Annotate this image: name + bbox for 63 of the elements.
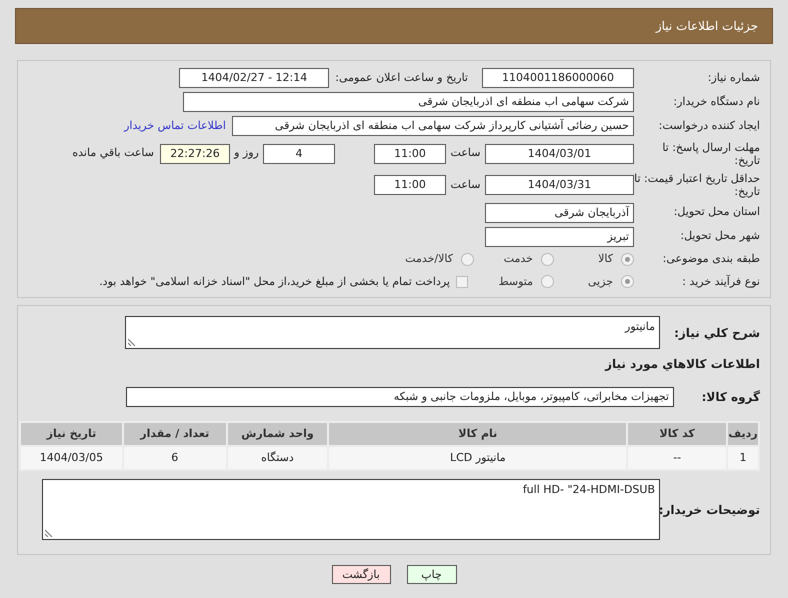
field-label: جزیی [588, 274, 613, 290]
input-field[interactable]: تبریز [485, 226, 634, 247]
field-label: کالا/خدمت [405, 251, 453, 268]
field-label: مهلت ارسال پاسخ: تا تاریخ: [661, 140, 760, 167]
back-button[interactable]: بازگشت [332, 565, 390, 584]
field-label: طبقه بندی موضوعی: [662, 251, 760, 268]
section-title: اطلاعات کالاهاي مورد نياز [605, 356, 760, 373]
column-header: کد کالا [627, 422, 728, 446]
field-label: شماره نیاز: [706, 70, 760, 86]
checkbox[interactable] [456, 276, 468, 288]
buyer-contact-link[interactable]: اطلاعات تماس خریدار [124, 118, 226, 134]
input-field[interactable]: 1404/02/27 - 12:14 [179, 68, 330, 88]
field-label: پرداخت تمام یا بخشی از مبلغ خرید،از محل "اسناد خزانه اسلامی" خواهد بود. [99, 274, 450, 290]
table-cell: -- [627, 446, 728, 470]
field-label: گروه کالا: [700, 389, 760, 406]
input-field[interactable]: حسین رضائی آشتیانی کارپرداز شرکت سهامی اب منطقه ای اذربایجان شرقی [232, 116, 634, 136]
column-header: تعداد / مقدار [122, 422, 227, 446]
field-label: ساعت باقي مانده [72, 145, 154, 162]
field-label: خدمت [504, 251, 533, 268]
field-label: کالا [598, 251, 613, 268]
field-label: متوسط [498, 274, 533, 290]
field-label: ساعت [450, 145, 482, 162]
table-cell: 1 [727, 446, 759, 470]
radio-button[interactable] [461, 253, 474, 266]
table-cell: دستگاه [226, 446, 328, 470]
print-button[interactable]: چاپ [406, 565, 456, 584]
column-header: نام کالا [328, 422, 628, 446]
field-label: نام دستگاه خریدار: [672, 94, 760, 110]
radio-button[interactable] [621, 253, 634, 266]
input-field[interactable]: 11:00 [374, 174, 446, 195]
table-cell: مانیتور LCD [328, 446, 628, 470]
input-field[interactable]: 4 [263, 144, 335, 164]
field-label: ایجاد کننده درخواست: [658, 118, 760, 134]
column-header: ردیف [727, 422, 759, 446]
field-label: شهر محل تحویل: [679, 228, 760, 244]
field-label: استان محل تحویل: [672, 204, 760, 220]
table-cell: 6 [122, 446, 227, 470]
input-field[interactable]: 1104001186000060 [482, 68, 634, 88]
input-field[interactable]: 1404/03/01 [485, 144, 634, 164]
text-area[interactable]: مانیتور [125, 316, 660, 349]
field-label: روز و [232, 145, 260, 162]
input-field[interactable]: تجهیزات مخابراتی، کامپیوتر، موبایل، ملزومات جانبی و شبکه [126, 387, 674, 407]
input-field[interactable]: شرکت سهامی اب منطقه ای اذربایجان شرقی [183, 92, 634, 112]
page-title: جزئیات اطلاعات نیاز [656, 18, 758, 35]
text-area[interactable]: full HD- "24-HDMI-DSUB [42, 479, 660, 540]
input-field[interactable]: 1404/03/31 [485, 174, 634, 195]
resize-grip-icon[interactable] [128, 338, 136, 346]
field-label: تاریخ و ساعت اعلان عمومی: [335, 70, 468, 86]
field-label: شرح کلي نياز: [673, 324, 760, 342]
radio-button[interactable] [541, 253, 554, 266]
column-header: تاریخ نیاز [20, 422, 123, 446]
field-label: حداقل تاریخ اعتبار قیمت: تا تاریخ: [634, 172, 760, 198]
input-field[interactable]: 11:00 [374, 144, 446, 164]
input-field[interactable]: آذربایجان شرقی [485, 202, 634, 223]
table-cell: 1404/03/05 [20, 446, 123, 470]
radio-button[interactable] [621, 275, 634, 288]
column-header: واحد شمارش [226, 422, 328, 446]
resize-grip-icon[interactable] [45, 529, 53, 537]
field-label: نوع فرآیند خرید : [681, 274, 760, 290]
field-label: ساعت [450, 176, 482, 193]
radio-button[interactable] [541, 275, 554, 288]
field-label: توضیحات خریدار: [660, 502, 760, 518]
countdown-field[interactable]: 22:27:26 [160, 144, 230, 164]
